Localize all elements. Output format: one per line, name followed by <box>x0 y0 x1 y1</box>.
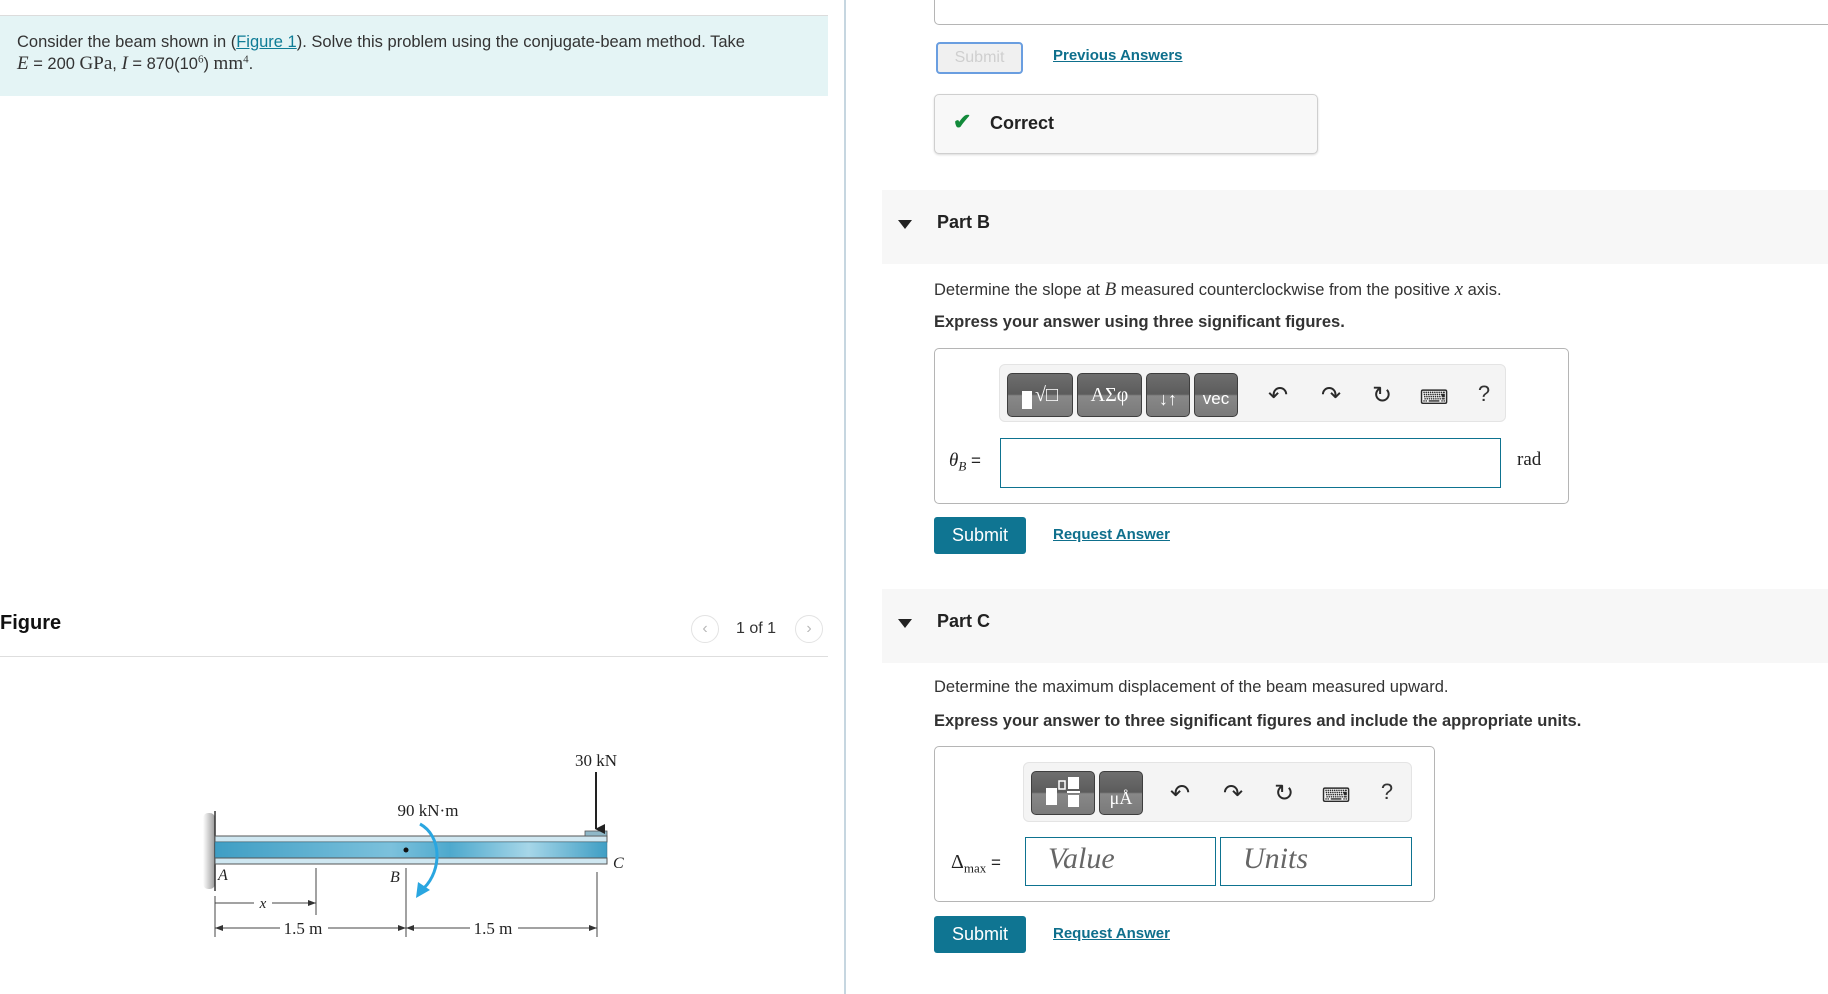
redo-icon[interactable]: ↷ <box>1218 779 1248 808</box>
part-c-submit-button[interactable]: Submit <box>934 916 1026 953</box>
label-b: B <box>390 869 400 886</box>
theta-b-input[interactable] <box>1000 438 1501 488</box>
moment-label: 90 kN·m <box>398 801 459 820</box>
help-icon[interactable]: ? <box>1469 381 1499 407</box>
collapse-triangle-icon[interactable] <box>898 220 912 229</box>
question-text: measured counterclockwise from the posit… <box>1116 281 1455 299</box>
e-unit: GPa <box>79 53 113 74</box>
equals-sign: = <box>971 451 981 470</box>
units-button[interactable]: μÅ <box>1099 771 1143 815</box>
delta-symbol: Δ <box>951 851 964 873</box>
figure-prev-button[interactable]: ‹ <box>691 615 719 643</box>
beam-top-flange <box>214 835 608 843</box>
part-a-submit-button[interactable]: Submit <box>936 42 1023 74</box>
part-a-answer-box <box>934 0 1828 25</box>
units-placeholder: Units <box>1243 842 1309 875</box>
e-symbol: E <box>17 53 29 74</box>
period: . <box>248 55 254 73</box>
radical-icon: √□ <box>1034 383 1059 406</box>
part-c-title: Part C <box>937 611 991 631</box>
figure-pager-text: 1 of 1 <box>736 620 777 637</box>
symbol-x: x <box>1454 279 1464 300</box>
fraction-template-icon <box>1046 777 1080 807</box>
chevron-right-icon: › <box>806 620 812 637</box>
symbol-b: B <box>1104 279 1117 300</box>
part-c-instruction: Express your answer to three significant… <box>934 712 1582 730</box>
template-block-icon <box>1021 391 1032 409</box>
chevron-left-icon: ‹ <box>702 620 708 637</box>
equals-sign: = <box>991 853 1001 872</box>
undo-icon[interactable]: ↶ <box>1263 381 1293 410</box>
beam-bottom-flange <box>214 857 608 865</box>
fixed-support-wall <box>203 813 215 889</box>
problem-text-line2: E = 200 GPa, I = 870(106) mm4. <box>17 53 253 75</box>
force-label: 30 kN <box>575 751 617 770</box>
point-b-dot <box>403 847 409 853</box>
i-value: = 870(10 <box>127 55 198 73</box>
figure-next-button[interactable]: › <box>795 615 823 643</box>
i-close: ) <box>203 55 214 73</box>
redo-icon[interactable]: ↷ <box>1316 381 1346 410</box>
part-b-question: Determine the slope at B measured counte… <box>934 279 1502 301</box>
help-icon[interactable]: ? <box>1372 779 1402 805</box>
arrows-button[interactable]: ↓↑ <box>1146 373 1190 417</box>
dim-ab-label: 1.5 m <box>284 919 323 938</box>
part-c-answer-box: μÅ ↶ ↷ ↻ ⌨ ? Δmax = Value Units <box>934 746 1435 902</box>
part-c-request-answer-link[interactable]: Request Answer <box>1053 925 1170 942</box>
keyboard-icon[interactable]: ⌨ <box>1321 783 1351 808</box>
value-input[interactable]: Value <box>1025 837 1216 886</box>
collapse-triangle-icon[interactable] <box>898 619 912 628</box>
feedback-correct: ✔ Correct <box>934 94 1318 154</box>
delta-max-label: Δmax = <box>951 851 1001 876</box>
reset-icon[interactable]: ↻ <box>1269 779 1299 808</box>
i-unit: mm <box>213 53 244 74</box>
beam-web <box>214 841 608 859</box>
label-c: C <box>613 855 624 872</box>
undo-icon[interactable]: ↶ <box>1165 779 1195 808</box>
previous-answers-link[interactable]: Previous Answers <box>1053 47 1183 64</box>
part-b-math-toolbar: √□ ΑΣφ ↓↑ vec ↶ ↷ ↻ ⌨ ? <box>999 364 1506 422</box>
label-a: A <box>217 867 228 884</box>
part-b-request-answer-link[interactable]: Request Answer <box>1053 526 1170 543</box>
pane-divider[interactable] <box>844 0 846 994</box>
part-b-header[interactable]: Part B <box>882 190 1828 264</box>
unit-label: rad <box>1517 449 1542 470</box>
theta-b-label: θB = <box>949 450 981 474</box>
part-b-title: Part B <box>937 212 991 232</box>
x-dim-label: x <box>259 896 267 912</box>
templates-button[interactable]: √□ <box>1007 373 1073 417</box>
figure-divider <box>0 656 828 657</box>
part-b-submit-button[interactable]: Submit <box>934 517 1026 554</box>
part-c-question: Determine the maximum displacement of th… <box>934 678 1449 696</box>
part-c-header[interactable]: Part C <box>882 589 1828 663</box>
question-text: Determine the slope at <box>934 281 1105 299</box>
beam-figure: 30 kN 90 kN·m A B C x 1.5 m 1.5 m <box>203 751 624 938</box>
part-b-instruction: Express your answer using three signific… <box>934 313 1345 331</box>
question-text: axis. <box>1463 281 1502 299</box>
figure-link[interactable]: Figure 1 <box>236 33 297 51</box>
problem-text-line1: Consider the beam shown in (Figure 1). S… <box>17 33 745 52</box>
reset-icon[interactable]: ↻ <box>1367 381 1397 410</box>
part-b-answer-box: √□ ΑΣφ ↓↑ vec ↶ ↷ ↻ ⌨ ? θB = rad <box>934 348 1569 504</box>
theta-symbol: θ <box>949 450 959 471</box>
theta-subscript: B <box>958 458 967 474</box>
units-input[interactable]: Units <box>1220 837 1412 886</box>
part-c-math-toolbar: μÅ ↶ ↷ ↻ ⌨ ? <box>1023 762 1412 822</box>
feedback-text: Correct <box>990 113 1055 133</box>
greek-button[interactable]: ΑΣφ <box>1077 373 1142 417</box>
check-icon: ✔ <box>953 109 972 134</box>
figure-title: Figure <box>0 612 62 634</box>
problem-text-suffix: ). Solve this problem using the conjugat… <box>296 33 745 51</box>
problem-pane: Consider the beam shown in (Figure 1). S… <box>0 0 845 994</box>
vector-button[interactable]: vec <box>1194 373 1238 417</box>
dim-bc-label: 1.5 m <box>474 919 513 938</box>
templates-button[interactable] <box>1031 771 1095 815</box>
delta-subscript: max <box>963 860 987 876</box>
value-placeholder: Value <box>1048 842 1115 875</box>
load-plate <box>584 830 608 837</box>
keyboard-icon[interactable]: ⌨ <box>1419 385 1449 410</box>
problem-text-prefix: Consider the beam shown in ( <box>17 33 237 51</box>
e-value: = 200 <box>28 55 80 73</box>
